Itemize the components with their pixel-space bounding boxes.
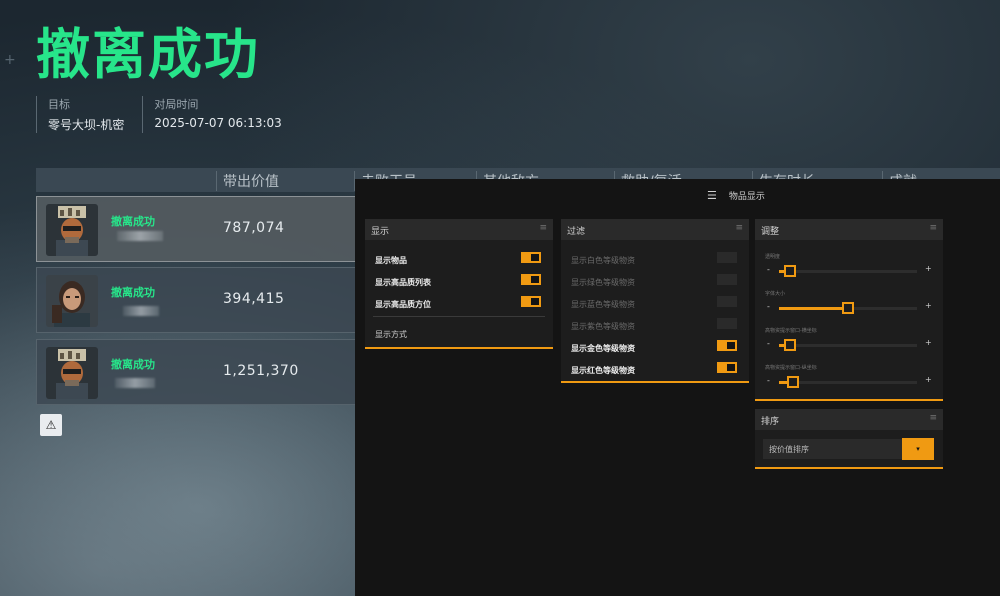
option-show-hq-direction: 显示高品质方位 [375,300,431,309]
target-block: 目标 零号大坝-机密 [36,96,124,133]
table-row[interactable]: 撤离成功 394,415 [36,267,356,333]
adjust-panel-header: 调整 ≡ [755,219,943,240]
target-label: 目标 [48,98,70,111]
row-status: 撤离成功 [111,358,155,371]
row-status: 撤离成功 [111,286,155,299]
toggle-green[interactable] [717,274,737,285]
slider-handle[interactable] [787,376,799,388]
page-title: 撤离成功 [36,23,260,86]
toggle-purple[interactable] [717,318,737,329]
slider-increase-button[interactable]: + [925,375,932,384]
panel-accent [561,381,749,383]
slider-handle[interactable] [784,265,796,277]
slider-handle[interactable] [784,339,796,351]
option-green: 显示绿色等级物资 [571,278,635,287]
slider-decrease-button[interactable]: - [767,376,770,385]
overlay-header: ☰ 物品显示 [707,189,765,202]
slider-track[interactable] [779,302,917,314]
slider-label: 透明度 [765,254,781,260]
sort-panel-title: 排序 [761,417,780,427]
option-blue: 显示蓝色等级物资 [571,300,635,309]
option-red: 显示红色等级物资 [571,366,635,375]
row-value: 394,415 [223,291,285,307]
option-purple: 显示紫色等级物资 [571,322,635,331]
player-name-redacted [115,378,155,388]
avatar [46,347,98,399]
display-panel-header: 显示 ≡ [365,219,553,240]
slider-increase-button[interactable]: + [925,264,932,273]
filter-panel: 过滤 ≡ 显示白色等级物资 显示绿色等级物资 显示蓝色等级物资 显示紫色等级物资… [561,219,749,383]
panel-accent [365,347,553,349]
avatar [46,204,98,256]
table-row[interactable]: 撤离成功 1,251,370 [36,339,356,405]
time-label: 对局时间 [154,98,199,111]
toggle-show-hq-list[interactable] [521,274,541,285]
slider-increase-button[interactable]: + [925,338,932,347]
slider-decrease-button[interactable]: - [767,302,770,311]
match-meta: 目标 零号大坝-机密 对局时间 2025-07-07 06:13:03 [36,96,300,133]
player-name-redacted [117,231,163,241]
crosshair-icon: + [4,52,16,68]
slider-label: 高物资提示窗口-横坐标 [765,328,817,334]
sort-dropdown-button[interactable]: ▾ [902,438,934,460]
option-show-hq-list: 显示高品质列表 [375,278,431,287]
display-panel: 显示 ≡ 显示物品 显示高品质列表 显示高品质方位 显示方式 [365,219,553,349]
slider-label: 字体大小 [765,291,786,297]
target-value: 零号大坝-机密 [48,118,125,132]
slider-increase-button[interactable]: + [925,301,932,310]
option-gold: 显示金色等级物资 [571,344,635,353]
toggle-show-hq-direction[interactable] [521,296,541,307]
slider-decrease-button[interactable]: - [767,265,770,274]
toggle-gold[interactable] [717,340,737,351]
display-mode-label[interactable]: 显示方式 [375,329,407,340]
menu-icon[interactable]: ≡ [735,223,743,233]
panel-accent [755,399,943,401]
slider-label: 高物资提示窗口-纵坐标 [765,365,817,371]
option-white: 显示白色等级物资 [571,256,635,265]
filter-panel-header: 过滤 ≡ [561,219,749,240]
slider-track[interactable] [779,339,917,351]
slider-decrease-button[interactable]: - [767,339,770,348]
toggle-blue[interactable] [717,296,737,307]
sort-panel-header: 排序 ≡ [755,409,943,430]
time-value: 2025-07-07 06:13:03 [154,116,282,130]
sort-panel: 排序 ≡ 按价值排序 ▾ [755,409,943,469]
col-value: 带出价值 [216,171,279,191]
row-value: 787,074 [223,220,285,236]
slider-fill [779,307,848,310]
adjust-panel: 调整 ≡ 透明度 - + 字体大小 - + 高物资提示窗口-横坐标 - + 高物资提示窗口-纵坐标… [755,219,943,401]
filter-panel-title: 过滤 [567,227,586,237]
menu-icon[interactable]: ≡ [929,413,937,423]
toggle-white[interactable] [717,252,737,263]
slider-track[interactable] [779,265,917,277]
row-value: 1,251,370 [223,363,299,379]
adjust-panel-title: 调整 [761,227,780,237]
slider-handle[interactable] [842,302,854,314]
panel-accent [755,467,943,469]
overlay-title: 物品显示 [728,192,765,202]
warning-icon[interactable]: ⚠ [40,414,62,436]
option-show-items: 显示物品 [375,256,407,265]
sort-select[interactable]: 按价值排序 [763,439,909,459]
avatar [46,275,98,327]
player-name-redacted [123,306,159,316]
display-panel-title: 显示 [371,227,390,237]
row-status: 撤离成功 [111,215,155,228]
toggle-show-items[interactable] [521,252,541,263]
slider-track[interactable] [779,376,917,388]
item-display-overlay: ☰ 物品显示 显示 ≡ 显示物品 显示高品质列表 显示高品质方位 显示方式 过滤… [355,179,1000,596]
table-row[interactable]: 撤离成功 787,074 [36,196,356,262]
menu-icon[interactable]: ≡ [929,223,937,233]
divider [373,316,545,317]
toggle-red[interactable] [717,362,737,373]
sliders-icon: ☰ [707,189,717,202]
time-block: 对局时间 2025-07-07 06:13:03 [142,96,282,133]
menu-icon[interactable]: ≡ [539,223,547,233]
